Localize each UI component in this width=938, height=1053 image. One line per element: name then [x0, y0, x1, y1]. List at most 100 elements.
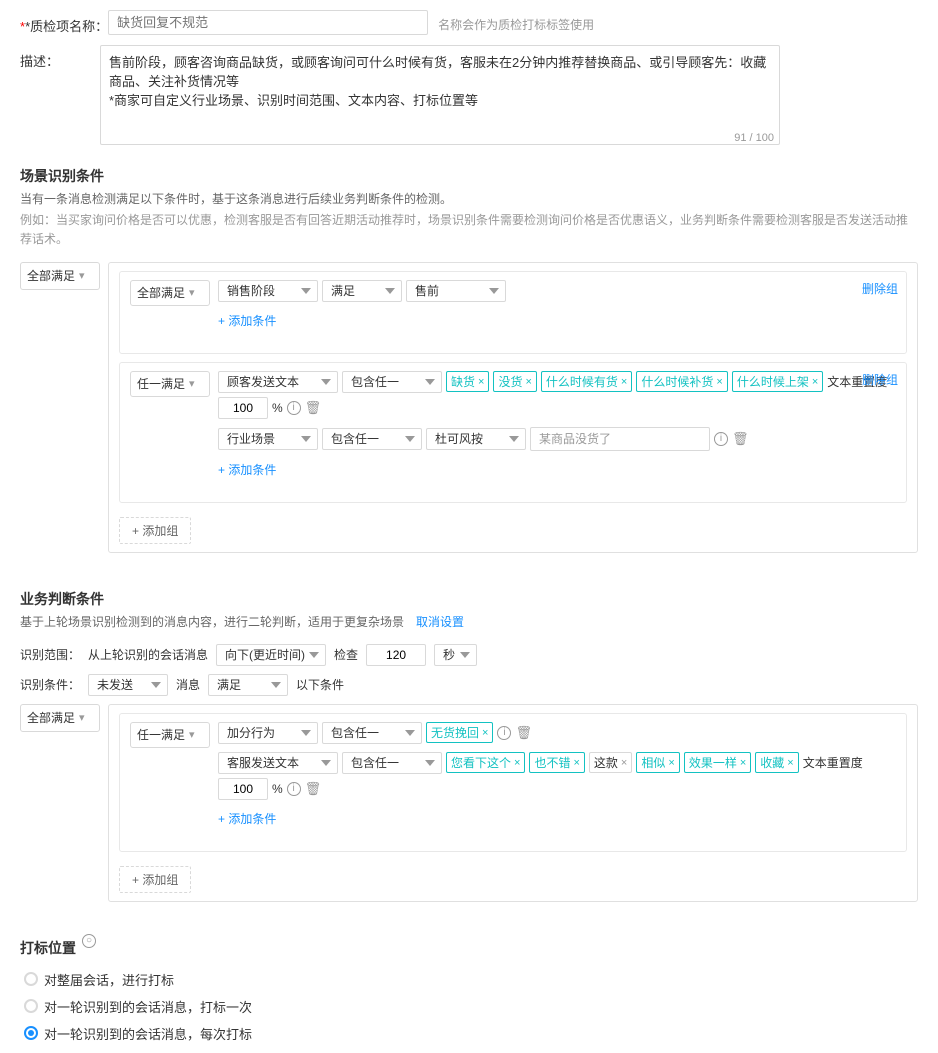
business-title: 业务判断条件: [20, 589, 104, 609]
trash-icon-g2c1[interactable]: 🗑: [305, 400, 322, 416]
tag-xiangsishu: 相似 ×: [636, 752, 679, 773]
scene-g1-add-condition[interactable]: + 添加条件: [218, 310, 276, 331]
scene-group1-header: 全部满足 ▾ 销售阶段 满足 售前: [130, 280, 896, 339]
biz-g1-cond2: 客服发送文本 包含任一 您看下这个 × 也不错 × 这款 × 相似 × 效果一样…: [218, 752, 896, 800]
chevron-icon: ▾: [189, 728, 195, 741]
scope-label: 识别范围：: [20, 646, 80, 663]
tag-shenmeshihoubuuo: 什么时候补货 ×: [636, 371, 727, 392]
scene-group1-delete[interactable]: 删除组: [862, 280, 898, 297]
trash-icon-biz-c1[interactable]: 🗑: [515, 725, 532, 741]
scope-check-label: 检查: [334, 646, 358, 663]
scene-g2-c1-op[interactable]: 包含任一: [342, 371, 442, 393]
biz-g1-add-condition[interactable]: + 添加条件: [218, 808, 276, 829]
percent-input-g2c1[interactable]: [218, 397, 268, 419]
chevron-icon: ▾: [79, 711, 85, 724]
radio-circle-1: [24, 999, 38, 1013]
scene-group1-add: + 添加条件: [218, 310, 896, 331]
radio-label-2: 对一轮识别到的会话消息，每次打标: [44, 1024, 252, 1043]
tag-info-icon[interactable]: ○: [82, 934, 96, 948]
scene-group1-cond1: 销售阶段 满足 售前: [218, 280, 896, 302]
condition-status-select[interactable]: 未发送: [88, 674, 168, 696]
scene-outer-satisfy[interactable]: 全部满足 ▾: [20, 262, 100, 290]
business-outer-satisfy[interactable]: 全部满足 ▾: [20, 704, 100, 732]
info-icon-g2c2[interactable]: i: [714, 432, 728, 446]
radio-item-1[interactable]: 对一轮识别到的会话消息，打标一次: [24, 997, 918, 1016]
condition-label: 识别条件：: [20, 676, 80, 693]
radio-label-1: 对一轮识别到的会话消息，打标一次: [44, 997, 252, 1016]
scene-g2-add-condition[interactable]: + 添加条件: [218, 459, 276, 480]
business-outer-box: 全部满足 ▾ 任一满足 ▾ 加分行为 包含任一: [20, 704, 918, 902]
scene-group2-satisfy[interactable]: 任一满足 ▾: [130, 371, 210, 397]
tag-xiaoguoyiyang: 效果一样 ×: [684, 752, 751, 773]
tag-shenmeshihouyouhuo: 什么时候有货 ×: [541, 371, 632, 392]
tag-meihuo: 没货 ×: [493, 371, 536, 392]
tag-section-header: 打标位置 ○: [20, 920, 918, 962]
scene-desc-line2: 例如：当买家询问价格是否可以优惠，检测客服是否有回答近期活动推荐时，场景识别条件…: [20, 211, 918, 249]
desc-textarea[interactable]: [100, 45, 780, 145]
scene-g2-c2-op[interactable]: 包含任一: [322, 428, 422, 450]
radio-item-0[interactable]: 对整届会话，进行打标: [24, 970, 918, 989]
cancel-settings-link[interactable]: 取消设置: [416, 613, 464, 632]
scene-group2-header: 任一满足 ▾ 顾客发送文本 包含任一 缺货 × 没货 ×: [130, 371, 896, 488]
tag-zhekuan: 这款 ×: [589, 752, 632, 773]
scene-g1-op-select[interactable]: 满足: [322, 280, 402, 302]
radio-item-2[interactable]: 对一轮识别到的会话消息，每次打标: [24, 1024, 918, 1043]
scene-g2-c1-tags: 缺货 × 没货 × 什么时候有货 × 什么时候补货 × 什么时候上架 ×: [446, 371, 823, 392]
business-group1-satisfy[interactable]: 任一满足 ▾: [130, 722, 210, 748]
biz-g1-c1-op[interactable]: 包含任一: [322, 722, 422, 744]
info-icon-biz-c2[interactable]: i: [287, 782, 301, 796]
tag-shoucang: 收藏 ×: [755, 752, 798, 773]
scene-group1-satisfy[interactable]: 全部满足 ▾: [130, 280, 210, 306]
biz-g1-c1-type[interactable]: 加分行为: [218, 722, 318, 744]
condition-label-row: 识别条件： 未发送 消息 满足 以下条件: [20, 674, 918, 696]
condition-op-select[interactable]: 满足: [208, 674, 288, 696]
business-desc-row: 基于上轮场景识别检测到的消息内容，进行二轮判断，适用于更复杂场景 取消设置: [20, 613, 918, 632]
scene-title: 场景识别条件: [20, 166, 918, 186]
scene-g2-c2-value[interactable]: 杜可风按: [426, 428, 526, 450]
business-inner-conditions: 任一满足 ▾ 加分行为 包含任一 无货挽回 ×: [108, 704, 918, 902]
chevron-icon: ▾: [189, 286, 195, 299]
scope-direction-select[interactable]: 向下(更近时间): [216, 644, 326, 666]
scene-g2-c2-text[interactable]: [530, 427, 710, 451]
info-icon-biz-c1[interactable]: i: [497, 726, 511, 740]
condition-type-label: 消息: [176, 676, 200, 693]
scene-group2-conditions: 顾客发送文本 包含任一 缺货 × 没货 × 什么时候有货 × 什么时候补货 × …: [218, 371, 896, 488]
scene-group2-delete[interactable]: 删除组: [862, 371, 898, 388]
business-add-group-btn[interactable]: + 添加组: [119, 866, 191, 893]
tag-title: 打标位置: [20, 938, 76, 958]
tag-shenmeshihoushangja: 什么时候上架 ×: [732, 371, 823, 392]
scene-g1-value-select[interactable]: 售前: [406, 280, 506, 302]
percent-input-biz-c2[interactable]: [218, 778, 268, 800]
biz-g1-c2-type[interactable]: 客服发送文本: [218, 752, 338, 774]
radio-circle-0: [24, 972, 38, 986]
scene-g2-c2-type[interactable]: 行业场景: [218, 428, 318, 450]
scene-outer-box: 全部满足 ▾ 全部满足 ▾ 销售阶段 满足: [20, 262, 918, 553]
scope-check-input[interactable]: [366, 644, 426, 666]
biz-g1-cond1: 加分行为 包含任一 无货挽回 × i 🗑: [218, 722, 896, 744]
biz-g1-c2-op[interactable]: 包含任一: [342, 752, 442, 774]
business-group1-header: 任一满足 ▾ 加分行为 包含任一 无货挽回 ×: [130, 722, 896, 837]
desc-label: 描述：: [20, 45, 100, 70]
scene-g1-type-select[interactable]: 销售阶段: [218, 280, 318, 302]
business-group1-conditions: 加分行为 包含任一 无货挽回 × i 🗑 客: [218, 722, 896, 837]
chevron-icon: ▾: [189, 377, 195, 390]
scene-g2-cond2: 行业场景 包含任一 杜可风按 i 🗑: [218, 427, 896, 451]
scene-group2: 任一满足 ▾ 顾客发送文本 包含任一 缺货 × 没货 ×: [119, 362, 907, 503]
scene-group1-conditions: 销售阶段 满足 售前 + 添加条件: [218, 280, 896, 339]
scene-group1: 全部满足 ▾ 销售阶段 满足 售前: [119, 271, 907, 354]
scene-add-group-btn[interactable]: + 添加组: [119, 517, 191, 544]
scope-unit-select[interactable]: 秒: [434, 644, 477, 666]
info-icon-g2c1[interactable]: i: [287, 401, 301, 415]
scope-row: 识别范围： 从上轮识别的会话消息 向下(更近时间) 检查 秒: [20, 644, 918, 666]
char-count: 91 / 100: [734, 132, 774, 144]
scene-desc-line1: 当有一条消息检测满足以下条件时，基于这条消息进行后续业务判断条件的检测。: [20, 190, 918, 209]
radio-label-0: 对整届会话，进行打标: [44, 970, 174, 989]
name-input[interactable]: [108, 10, 428, 35]
chevron-icon: ▾: [79, 269, 85, 282]
trash-icon-biz-c2[interactable]: 🗑: [305, 781, 322, 797]
business-group1: 任一满足 ▾ 加分行为 包含任一 无货挽回 ×: [119, 713, 907, 852]
scene-g2-c1-type[interactable]: 顾客发送文本: [218, 371, 338, 393]
trash-icon-g2c2[interactable]: 🗑: [732, 431, 749, 447]
condition-suffix: 以下条件: [296, 676, 344, 693]
radio-group: 对整届会话，进行打标 对一轮识别到的会话消息，打标一次 对一轮识别到的会话消息，…: [24, 970, 918, 1043]
